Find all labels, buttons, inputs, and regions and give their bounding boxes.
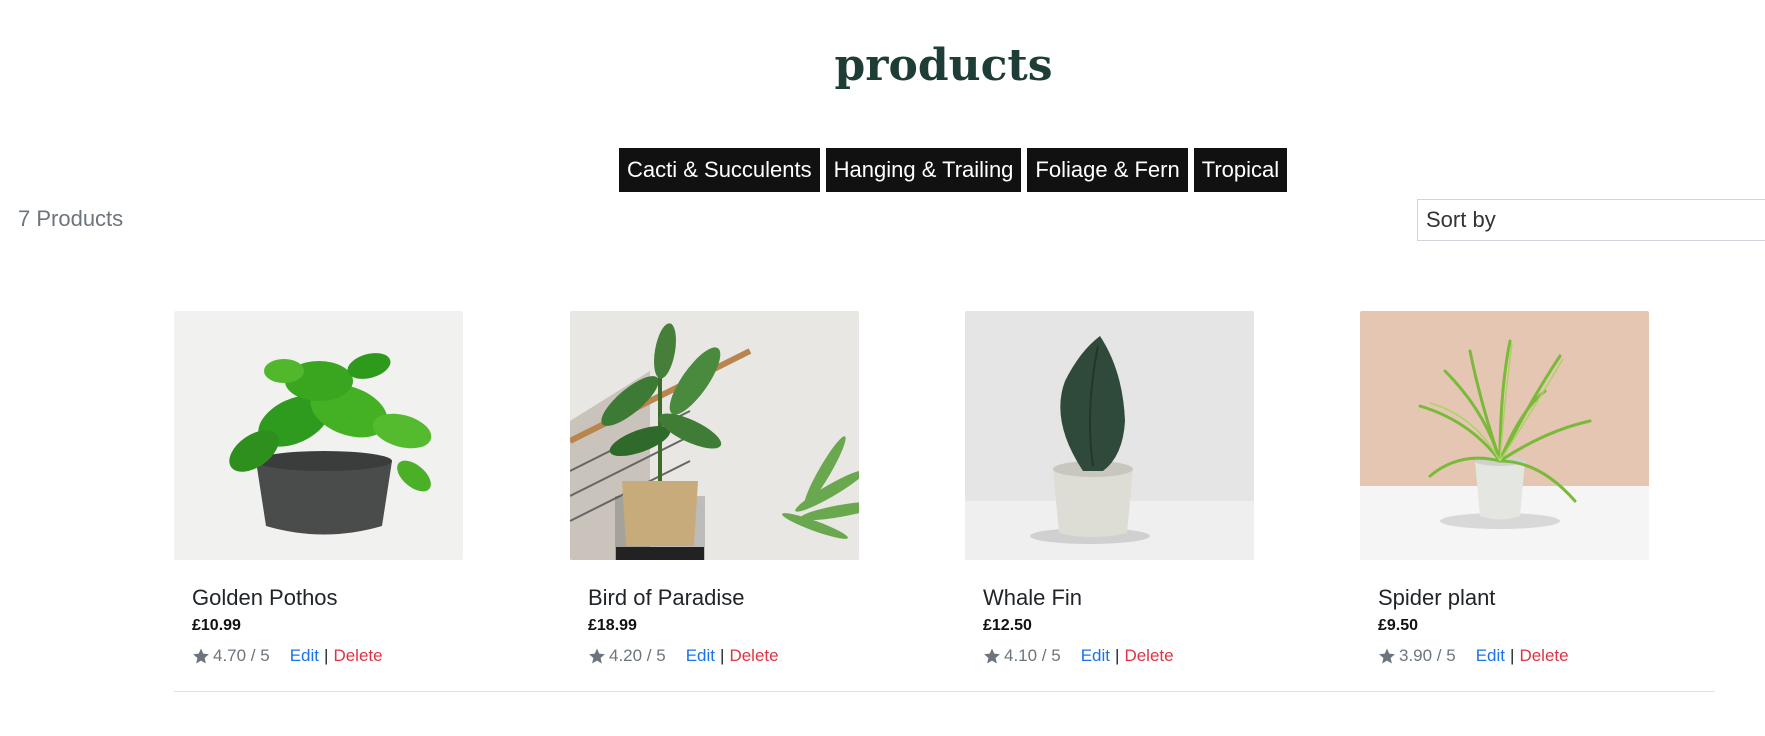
category-hanging-trailing[interactable]: Hanging & Trailing (825, 148, 1022, 192)
product-image-golden-pothos[interactable] (174, 311, 463, 560)
category-tropical[interactable]: Tropical (1193, 148, 1288, 192)
product-price: £18.99 (588, 617, 637, 634)
edit-link[interactable]: Edit (1476, 646, 1505, 666)
star-icon (589, 648, 605, 664)
product-image-bird-of-paradise[interactable] (570, 311, 859, 560)
page-title: products (834, 40, 1053, 91)
edit-link[interactable]: Edit (686, 646, 715, 666)
delete-link[interactable]: Delete (1124, 646, 1173, 666)
product-name[interactable]: Bird of Paradise (588, 584, 859, 612)
product-card: Bird of Paradise £18.99 4.20 / 5 Edit | … (570, 311, 859, 666)
edit-link[interactable]: Edit (290, 646, 319, 666)
edit-link[interactable]: Edit (1081, 646, 1110, 666)
product-image-whale-fin[interactable] (965, 311, 1254, 560)
star-icon (984, 648, 1000, 664)
product-card: Spider plant £9.50 3.90 / 5 Edit | Delet… (1360, 311, 1649, 666)
product-count: 7 Products (18, 206, 124, 231)
delete-link[interactable]: Delete (333, 646, 382, 666)
link-separator: | (324, 646, 329, 665)
product-price: £12.50 (983, 617, 1032, 634)
star-icon (1379, 648, 1395, 664)
link-separator: | (1510, 646, 1515, 665)
delete-link[interactable]: Delete (1519, 646, 1568, 666)
product-card: Golden Pothos £10.99 4.70 / 5 Edit | Del… (174, 311, 463, 666)
product-name[interactable]: Whale Fin (983, 584, 1254, 612)
product-rating: 4.10 / 5 (1004, 646, 1061, 665)
product-price: £10.99 (192, 617, 241, 634)
delete-link[interactable]: Delete (729, 646, 778, 666)
section-divider (174, 691, 1715, 692)
product-rating: 4.70 / 5 (213, 646, 270, 665)
product-image-spider-plant[interactable] (1360, 311, 1649, 560)
star-icon (193, 648, 209, 664)
product-name[interactable]: Golden Pothos (192, 584, 463, 612)
product-price: £9.50 (1378, 617, 1419, 634)
link-separator: | (1115, 646, 1120, 665)
category-cacti-succulents[interactable]: Cacti & Succulents (619, 148, 820, 192)
product-rating: 4.20 / 5 (609, 646, 666, 665)
category-nav: Cacti & Succulents Hanging & Trailing Fo… (619, 148, 1288, 192)
sort-select[interactable]: Sort by (1417, 199, 1765, 241)
link-separator: | (720, 646, 725, 665)
product-rating: 3.90 / 5 (1399, 646, 1456, 665)
category-foliage-fern[interactable]: Foliage & Fern (1027, 148, 1188, 192)
product-card: Whale Fin £12.50 4.10 / 5 Edit | Delete (965, 311, 1254, 666)
product-name[interactable]: Spider plant (1378, 584, 1649, 612)
